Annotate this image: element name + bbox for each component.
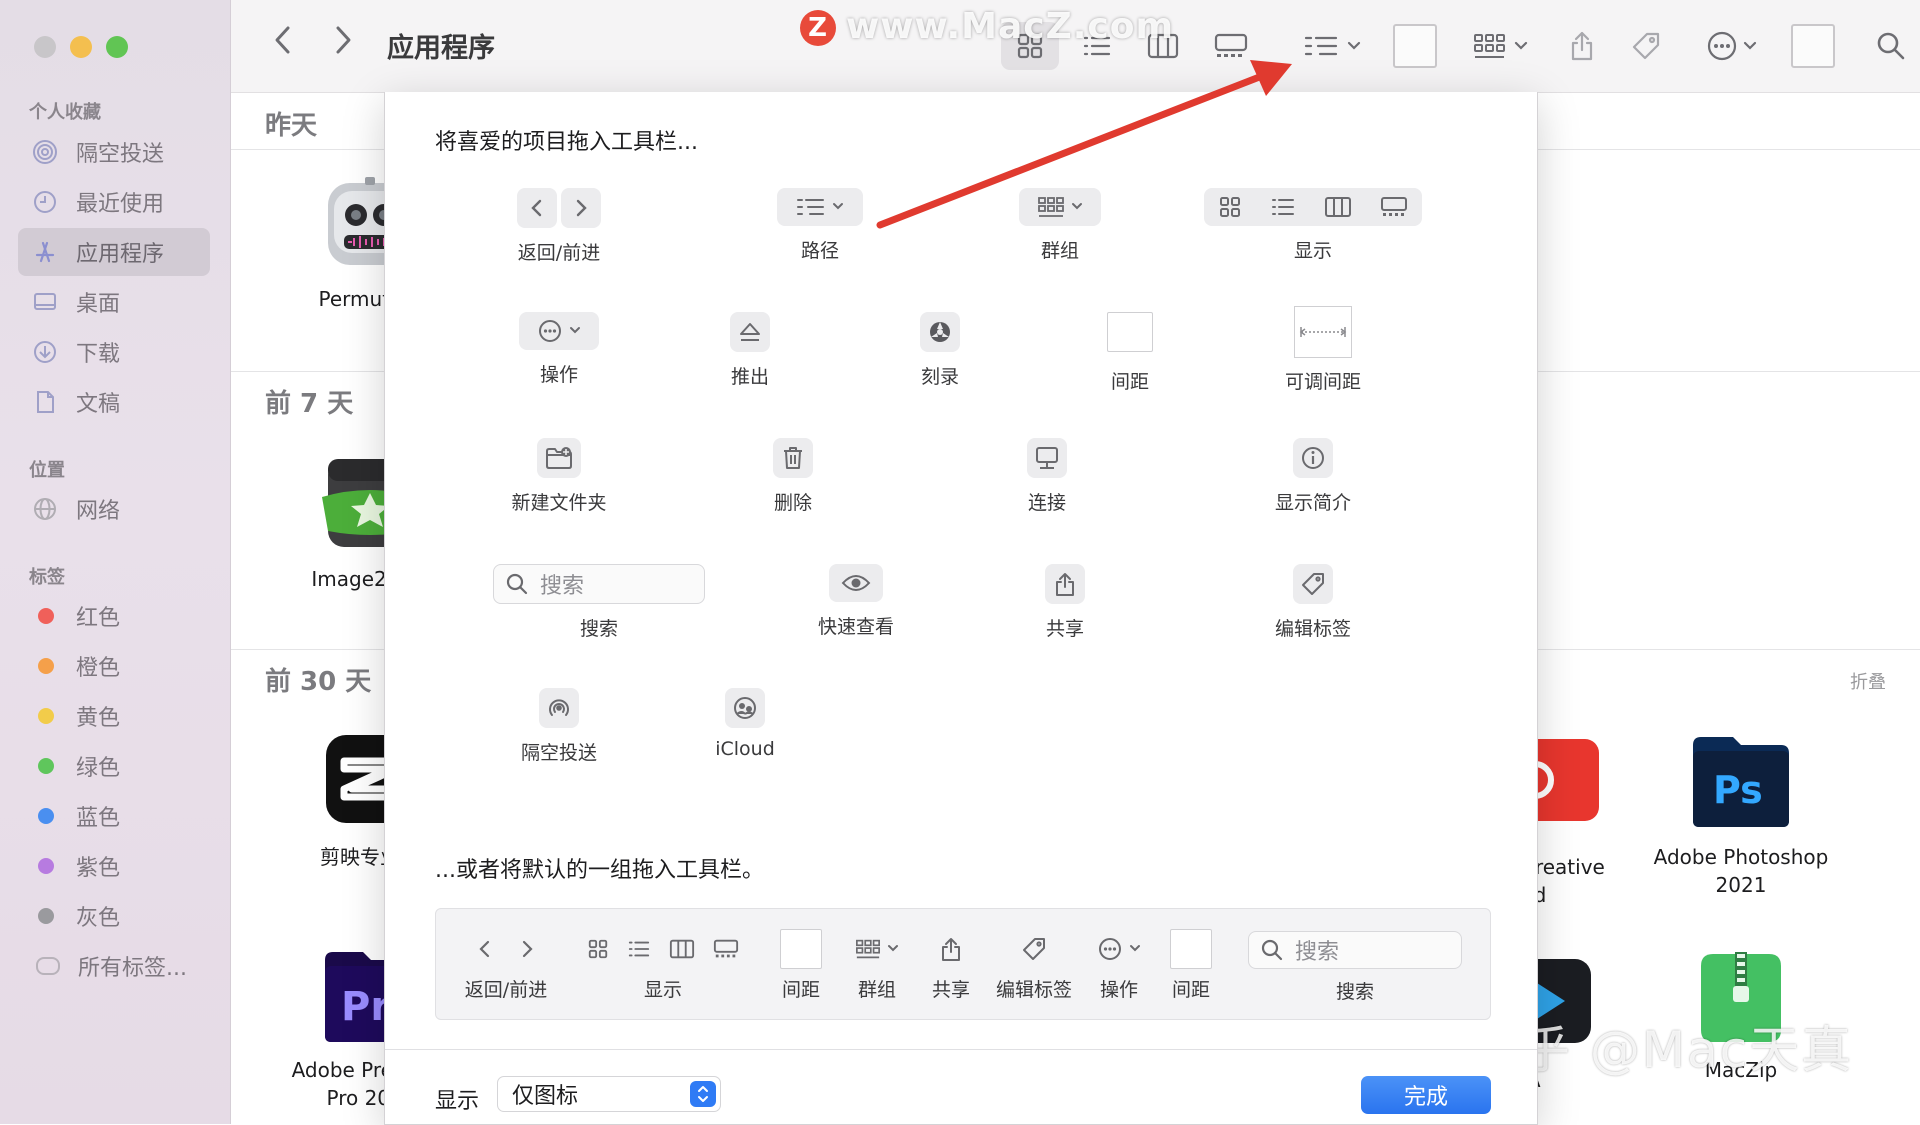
- annotation-arrow: [876, 60, 1292, 229]
